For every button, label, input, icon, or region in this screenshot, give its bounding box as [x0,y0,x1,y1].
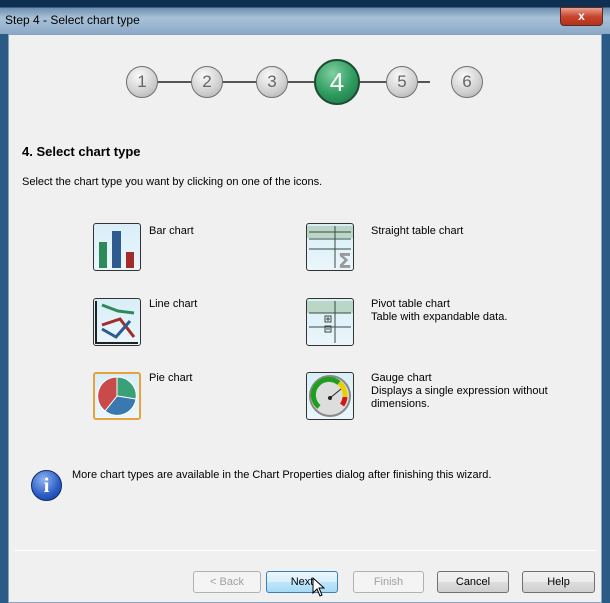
step-5[interactable]: 5 [386,66,418,98]
page-heading: 4. Select chart type [22,144,141,159]
pivot-table-description: Table with expandable data. [371,311,508,323]
pie-chart-label[interactable]: Pie chart [149,372,192,385]
step-6[interactable]: 6 [451,66,483,98]
gauge-chart-icon[interactable] [306,372,354,420]
step-4-current[interactable]: 4 [314,59,360,105]
bar-chart-label[interactable]: Bar chart [149,225,194,238]
gauge-chart-description: Displays a single expression without dim… [371,385,548,410]
straight-table-label[interactable]: Straight table chart [371,225,463,238]
mouse-cursor-icon [312,577,325,597]
cancel-button[interactable]: Cancel [437,571,509,593]
back-button[interactable]: < Back [193,571,261,593]
pivot-table-title: Pivot table chart [371,298,450,310]
pivot-table-label[interactable]: Pivot table chart Table with expandable d… [371,298,507,324]
step-2[interactable]: 2 [191,66,223,98]
pivot-table-icon[interactable] [306,298,354,346]
straight-table-icon[interactable]: Σ [306,223,354,273]
instruction-text: Select the chart type you want by clicki… [22,176,323,188]
divider [14,550,596,551]
bar-chart-icon[interactable] [93,223,141,271]
next-button[interactable]: Next [266,571,338,593]
info-text: More chart types are available in the Ch… [72,469,492,481]
help-button[interactable]: Help [522,571,595,593]
window-title: Step 4 - Select chart type [5,13,140,27]
title-bar: Step 4 - Select chart type x [0,0,610,34]
step-1[interactable]: 1 [126,66,158,98]
gauge-chart-title: Gauge chart [371,372,432,384]
step-3[interactable]: 3 [256,66,288,98]
line-chart-label[interactable]: Line chart [149,298,197,311]
svg-text:Σ: Σ [338,249,352,270]
gauge-chart-label[interactable]: Gauge chart Displays a single expression … [371,372,571,411]
close-button[interactable]: x [560,7,603,26]
pie-chart-icon[interactable] [93,372,141,420]
line-chart-icon[interactable] [93,298,141,346]
finish-button[interactable]: Finish [353,571,424,593]
info-icon: i [31,470,62,501]
